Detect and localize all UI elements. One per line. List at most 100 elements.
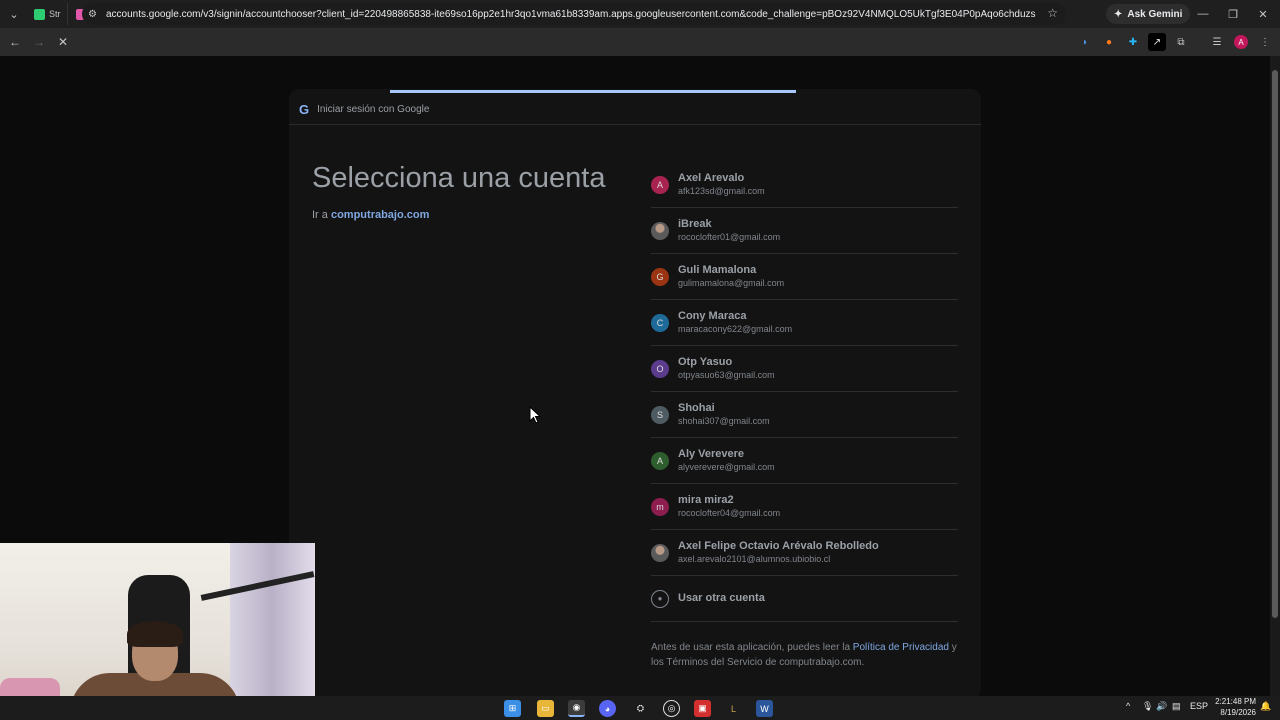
account-row[interactable]: A Axel Arevalo afk123sd@gmail.com [651,162,958,208]
chrome-icon[interactable]: ◉ [568,700,585,717]
extensions-puzzle-icon[interactable]: ⧉ [1172,33,1190,51]
account-avatar: C [651,313,669,332]
clock-date: 8/19/2026 [1220,707,1256,717]
account-avatar: G [651,267,669,286]
account-name: iBreak [678,218,712,230]
goto-line: Ir a computrabajo.com [312,209,429,221]
account-row[interactable]: O Otp Yasuo otpyasuo63@gmail.com [651,346,958,392]
language-indicator[interactable]: ESP [1190,701,1208,711]
goto-prefix: Ir a [312,209,328,221]
page-title: Selecciona una cuenta [312,162,606,194]
account-row[interactable]: C Cony Maraca maracacony622@gmail.com [651,300,958,346]
account-name: Axel Felipe Octavio Arévalo Rebolledo [678,540,879,552]
volume-icon[interactable]: 🔊 [1156,701,1167,712]
webcam-person-hair [127,621,183,647]
ask-gemini-label: Ask Gemini [1127,8,1183,20]
account-name: Cony Maraca [678,310,747,322]
start-windows-icon[interactable]: ⊞ [504,700,521,717]
app-icon[interactable]: ▣ [694,700,711,717]
terms-link: Términos del Servicio [666,656,763,668]
account-email: rococlofter01@gmail.com [678,231,781,242]
extension-icon[interactable]: ● [1100,33,1118,51]
account-avatar: m [651,497,669,516]
file-explorer-icon[interactable]: ▭ [537,700,554,717]
clock-time: 2:21:48 PM [1215,697,1256,706]
media-controls-icon[interactable]: ☰ [1208,33,1226,51]
account-avatar: O [651,359,669,378]
tab-favicon-icon [34,8,45,20]
account-row[interactable]: S Shohai shohai307@gmail.com [651,392,958,438]
league-icon[interactable]: L [725,700,742,717]
account-email: afk123sd@gmail.com [678,185,765,196]
close-window-icon[interactable]: ✕ [1248,0,1278,28]
webcam-curtain [230,543,315,720]
address-bar[interactable]: ⚙ accounts.google.com/v3/signin/accountc… [82,3,1066,25]
account-row[interactable]: iBreak rococlofter01@gmail.com [651,208,958,254]
account-avatar [651,543,669,562]
scrollbar[interactable] [1270,56,1280,696]
use-other-account-label: Usar otra cuenta [678,591,765,604]
extension-icon[interactable]: ↗ [1148,33,1166,51]
url-text[interactable]: accounts.google.com/v3/signin/accountcho… [106,9,1036,20]
account-name: mira mira2 [678,494,734,506]
header-text: Iniciar sesión con Google [317,104,430,115]
stop-loading-icon[interactable]: ✕ [51,30,75,54]
footer-text: Antes de usar esta aplicación, puedes le… [651,642,853,653]
menu-kebab-icon[interactable]: ⋮ [1256,33,1274,51]
loading-progress-bar [390,90,796,93]
app-icon[interactable]: ⛭ [632,700,649,717]
maximize-icon[interactable]: ❐ [1218,0,1248,28]
scroll-thumb[interactable] [1272,70,1278,618]
word-icon[interactable]: W [756,700,773,717]
discord-icon[interactable]: ◕ [599,700,616,717]
account-name: Aly Verevere [678,448,745,460]
ask-gemini-button[interactable]: ✦ Ask Gemini [1106,4,1191,24]
notification-bell-icon[interactable]: 🔔 [1260,701,1271,712]
account-email: rococlofter04@gmail.com [678,507,781,518]
windows-taskbar: ⊞ ▭ ◉ ◕ ⛭ ◎ ▣ L W ^ 🎙 🔊 ▤ ESP 2:21:48 PM… [0,696,1280,720]
extension-icon[interactable]: ◗ [1076,33,1094,51]
bookmark-star-icon[interactable]: ☆ [1047,6,1058,20]
account-email: maracacony622@gmail.com [678,323,793,334]
gemini-sparkle-icon: ✦ [1114,8,1123,20]
webcam-overlay [0,543,315,720]
extension-icon[interactable]: ✚ [1124,33,1142,51]
account-email: alyverevere@gmail.com [678,461,775,472]
account-name: Otp Yasuo [678,356,733,368]
privacy-policy-link[interactable]: Política de Privacidad [853,642,949,653]
account-name: Axel Arevalo [678,172,745,184]
account-email: otpyasuo63@gmail.com [678,369,775,380]
account-avatar: A [651,451,669,470]
minimize-icon[interactable]: — [1188,0,1218,28]
account-list: A Axel Arevalo afk123sd@gmail.com iBreak roc… [651,162,958,576]
card-header: G Iniciar sesión con Google [289,95,981,125]
account-avatar [651,221,669,240]
account-avatar: S [651,405,669,424]
goto-site-link[interactable]: computrabajo.com [331,209,429,221]
footer-text: de computrabajo.com. [762,656,865,668]
signin-card: G Iniciar sesión con Google Selecciona u… [289,89,981,699]
account-name: Shohai [678,402,715,414]
forward-icon[interactable]: → [27,30,51,54]
system-clock[interactable]: 2:21:48 PM 8/19/2026 [1212,697,1256,719]
account-row[interactable]: Axel Felipe Octavio Arévalo Rebolledo axe… [651,530,958,576]
tab-label: Str [49,9,61,19]
account-row[interactable]: A Aly Verevere alyverevere@gmail.com [651,438,958,484]
tray-chevron-icon[interactable]: ^ [1126,701,1130,711]
account-email: axel.arevalo2101@alumnos.ubiobio.cl [678,553,831,564]
tab-search-chevron-icon[interactable]: ⌄ [2,2,26,26]
account-email: gulimamalona@gmail.com [678,277,785,288]
use-other-account-button[interactable]: ● Usar otra cuenta [651,576,958,622]
microphone-icon[interactable]: 🎙 [1142,701,1153,712]
back-icon[interactable]: ← [3,30,27,54]
browser-tab[interactable]: Str [26,3,68,25]
obs-icon[interactable]: ◎ [663,700,680,717]
account-row[interactable]: m mira mira2 rococlofter04@gmail.com [651,484,958,530]
account-email: shohai307@gmail.com [678,415,770,426]
account-row[interactable]: G Guli Mamalona gulimamalona@gmail.com [651,254,958,300]
network-icon[interactable]: ▤ [1172,701,1181,712]
profile-avatar[interactable]: A [1234,35,1248,49]
site-info-icon[interactable]: ⚙ [88,9,104,20]
legal-footer: Antes de usar esta aplicación, puedes le… [651,641,961,670]
google-g-icon: G [299,102,310,117]
